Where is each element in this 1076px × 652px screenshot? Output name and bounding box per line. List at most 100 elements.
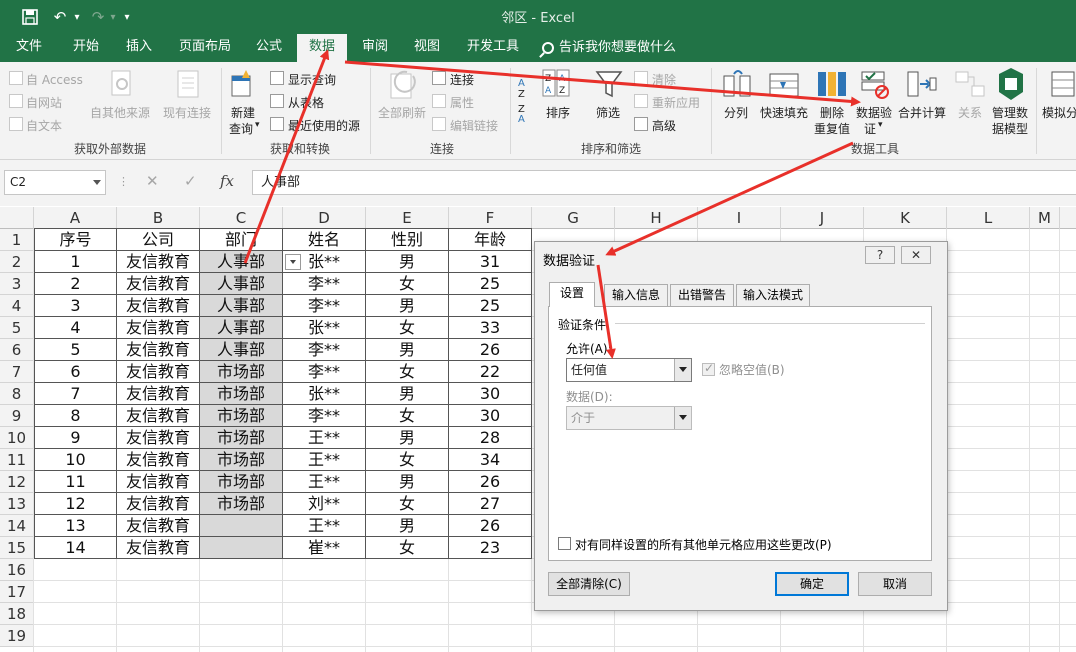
row-header-9[interactable]: 9 xyxy=(0,405,34,427)
cell-dept[interactable]: 市场部 xyxy=(200,493,283,515)
cell-gender[interactable]: 女 xyxy=(366,493,449,515)
cell-gender[interactable]: 男 xyxy=(366,471,449,493)
cell-company[interactable]: 友信教育 xyxy=(117,515,200,537)
cell-company[interactable]: 友信教育 xyxy=(117,251,200,273)
insert-function-icon[interactable]: fx xyxy=(220,172,234,190)
cell-gender[interactable]: 男 xyxy=(366,251,449,273)
column-header-m[interactable]: M xyxy=(1030,207,1060,229)
select-all-corner[interactable] xyxy=(0,207,34,229)
cancel-icon[interactable]: ✕ xyxy=(146,172,159,190)
cell-seq[interactable]: 1 xyxy=(34,251,117,273)
cell-age[interactable]: 34 xyxy=(449,449,532,471)
text-to-columns-button[interactable]: 分列 xyxy=(724,104,748,121)
close-button[interactable]: ✕ xyxy=(901,246,931,264)
cell-seq[interactable]: 5 xyxy=(34,339,117,361)
cell-gender[interactable]: 女 xyxy=(366,405,449,427)
connections-button[interactable]: 连接 xyxy=(450,71,474,88)
cell-seq[interactable]: 4 xyxy=(34,317,117,339)
cell-name[interactable]: 王** xyxy=(283,449,366,471)
cell-seq[interactable]: 2 xyxy=(34,273,117,295)
cell-seq[interactable]: 11 xyxy=(34,471,117,493)
row-header-11[interactable]: 11 xyxy=(0,449,34,471)
remove-duplicates-label-2[interactable]: 重复值 xyxy=(814,120,850,137)
cell-name[interactable]: 李** xyxy=(283,361,366,383)
column-header-k[interactable]: K xyxy=(864,207,947,229)
cell-age[interactable]: 23 xyxy=(449,537,532,559)
cell-name[interactable]: 王** xyxy=(283,515,366,537)
cell-company[interactable]: 友信教育 xyxy=(117,383,200,405)
cell-name[interactable]: 王** xyxy=(283,427,366,449)
tab-formulas[interactable]: 公式 xyxy=(246,34,292,62)
remove-duplicates-label[interactable]: 删除 xyxy=(820,104,844,121)
row-header-10[interactable]: 10 xyxy=(0,427,34,449)
properties-button[interactable]: 属性 xyxy=(450,94,474,111)
cell-age[interactable]: 25 xyxy=(449,295,532,317)
tab-home[interactable]: 开始 xyxy=(62,34,110,62)
apply-all-checkbox[interactable] xyxy=(558,537,571,550)
row-header-19[interactable]: 19 xyxy=(0,625,34,647)
column-header-l[interactable]: L xyxy=(947,207,1030,229)
cell-dept[interactable] xyxy=(200,537,283,559)
row-header-15[interactable]: 15 xyxy=(0,537,34,559)
row-header-2[interactable]: 2 xyxy=(0,251,34,273)
column-header-a[interactable]: A xyxy=(34,207,117,229)
column-header-h[interactable]: H xyxy=(615,207,698,229)
cell-dropdown-icon[interactable] xyxy=(285,254,301,270)
data-operator-select[interactable]: 介于 xyxy=(566,406,692,430)
what-if-analysis-button[interactable]: 模拟分 xyxy=(1042,104,1076,121)
manage-data-model-label-2[interactable]: 据模型 xyxy=(992,120,1028,137)
enter-icon[interactable]: ✓ xyxy=(184,172,197,190)
column-header-g[interactable]: G xyxy=(532,207,615,229)
cell-gender[interactable]: 男 xyxy=(366,295,449,317)
cell-gender[interactable]: 男 xyxy=(366,427,449,449)
tab-error-alert[interactable]: 出错警告 xyxy=(670,284,734,306)
recent-sources-button[interactable]: 最近使用的源 xyxy=(288,117,360,134)
cell-gender[interactable]: 男 xyxy=(366,339,449,361)
column-header-b[interactable]: B xyxy=(117,207,200,229)
cell-age[interactable]: 22 xyxy=(449,361,532,383)
cell-seq[interactable]: 12 xyxy=(34,493,117,515)
data-validation-label[interactable]: 数据验 xyxy=(856,104,892,121)
cell-age[interactable]: 30 xyxy=(449,383,532,405)
clear-button[interactable]: 清除 xyxy=(652,71,676,88)
cell-company[interactable]: 友信教育 xyxy=(117,405,200,427)
tab-data[interactable]: 数据 xyxy=(297,34,347,62)
cell-company[interactable]: 友信教育 xyxy=(117,427,200,449)
cell-seq[interactable]: 3 xyxy=(34,295,117,317)
tab-review[interactable]: 审阅 xyxy=(352,34,398,62)
row-header-12[interactable]: 12 xyxy=(0,471,34,493)
tab-insert[interactable]: 插入 xyxy=(116,34,162,62)
row-header-14[interactable]: 14 xyxy=(0,515,34,537)
cell-age[interactable]: 26 xyxy=(449,339,532,361)
cell-company[interactable]: 友信教育 xyxy=(117,317,200,339)
column-title-seq[interactable]: 序号 xyxy=(34,228,117,251)
other-sources-button[interactable]: 自其他来源 xyxy=(90,104,150,121)
cell-gender[interactable]: 男 xyxy=(366,383,449,405)
cell-age[interactable]: 26 xyxy=(449,471,532,493)
cell-company[interactable]: 友信教育 xyxy=(117,273,200,295)
cell-company[interactable]: 友信教育 xyxy=(117,537,200,559)
manage-data-model-label[interactable]: 管理数 xyxy=(992,104,1028,121)
consolidate-button[interactable]: 合并计算 xyxy=(898,104,946,121)
cell-company[interactable]: 友信教育 xyxy=(117,295,200,317)
from-web-button[interactable]: 自网站 xyxy=(26,94,62,111)
formula-input[interactable]: 人事部 xyxy=(252,170,1076,195)
cell-dept[interactable] xyxy=(200,515,283,537)
row-header-3[interactable]: 3 xyxy=(0,273,34,295)
sort-button[interactable]: 排序 xyxy=(546,104,570,121)
column-title-company[interactable]: 公司 xyxy=(117,228,200,251)
flash-fill-button[interactable]: 快速填充 xyxy=(760,104,808,121)
cell-gender[interactable]: 女 xyxy=(366,317,449,339)
column-title-name[interactable]: 姓名 xyxy=(283,228,366,251)
edit-links-button[interactable]: 编辑链接 xyxy=(450,117,498,134)
name-box[interactable]: C2 xyxy=(4,170,106,195)
allow-select[interactable]: 任何值 xyxy=(566,358,692,382)
new-query-label-2[interactable]: 查询 xyxy=(229,120,253,137)
cell-dept[interactable]: 市场部 xyxy=(200,383,283,405)
tab-view[interactable]: 视图 xyxy=(404,34,450,62)
cell-dept[interactable]: 人事部 xyxy=(200,317,283,339)
cell-seq[interactable]: 7 xyxy=(34,383,117,405)
cell-dept[interactable]: 市场部 xyxy=(200,361,283,383)
cell-seq[interactable]: 9 xyxy=(34,427,117,449)
column-header-j[interactable]: J xyxy=(781,207,864,229)
